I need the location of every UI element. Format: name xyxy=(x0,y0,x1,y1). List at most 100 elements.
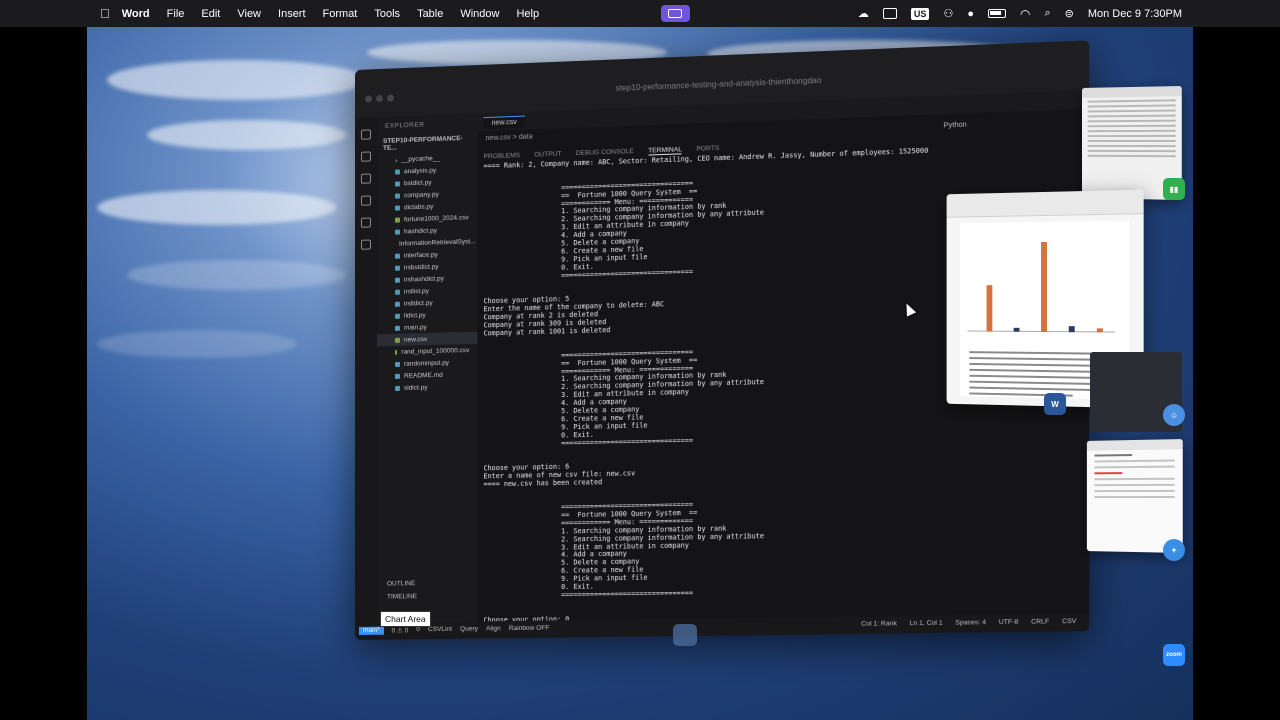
file-name: company.py xyxy=(404,190,439,199)
file-name: fortune1000_2024.csv xyxy=(404,213,469,223)
window-controls[interactable] xyxy=(364,94,394,103)
tab-problems[interactable]: PROBLEMS xyxy=(484,152,521,161)
file-item[interactable]: sldict.py xyxy=(377,380,477,395)
run-debug-icon[interactable] xyxy=(360,195,371,206)
file-icon xyxy=(394,301,400,307)
breadcrumb[interactable]: new.csv > data xyxy=(486,133,533,142)
file-icon xyxy=(394,325,400,331)
menu-clock[interactable]: Mon Dec 9 7:30PM xyxy=(1088,8,1182,20)
menu-format[interactable]: Format xyxy=(323,8,358,20)
file-name: irsbstdict.py xyxy=(404,262,439,272)
wifi-icon[interactable]: ◠ xyxy=(1020,7,1030,21)
file-name: irslldict.py xyxy=(404,299,433,308)
word-ribbon xyxy=(946,189,1144,218)
file-name: sldict.py xyxy=(404,383,428,392)
screen-share-icon[interactable] xyxy=(660,5,690,22)
search-icon[interactable] xyxy=(360,151,371,162)
rainbow-status[interactable]: Rainbow OFF xyxy=(509,625,550,634)
timeline-section[interactable]: TIMELINE xyxy=(377,589,477,603)
file-icon xyxy=(394,349,398,355)
chart-bar[interactable] xyxy=(1013,328,1020,332)
extensions-icon[interactable] xyxy=(360,217,371,228)
spotlight-search-icon[interactable]: ⌕ xyxy=(1044,7,1050,20)
menu-table[interactable]: Table xyxy=(417,8,443,20)
sidebar-bottom-sections: OUTLINE TIMELINE xyxy=(377,576,477,604)
zoom-app-icon[interactable]: zoom xyxy=(1163,644,1185,666)
menu-app-name[interactable]: Word xyxy=(122,8,150,20)
menu-insert[interactable]: Insert xyxy=(278,8,306,20)
keyboard-input-badge[interactable]: US xyxy=(910,7,930,20)
explorer-icon[interactable] xyxy=(360,129,371,140)
control-center-icon[interactable]: ⊜ xyxy=(1065,7,1074,20)
terminal-profile-python[interactable]: Python xyxy=(944,121,967,129)
vscode-app-icon[interactable] xyxy=(673,624,697,646)
chart-bar[interactable] xyxy=(1041,241,1047,333)
cursor-position[interactable]: Ln 1, Col 1 xyxy=(909,620,942,628)
query-status[interactable]: Query xyxy=(460,625,478,633)
menu-bar:  Word File Edit View Insert Format Tool… xyxy=(0,0,1280,27)
chart-bar[interactable] xyxy=(986,284,993,332)
menu-window[interactable]: Window xyxy=(460,8,499,20)
column-status[interactable]: Col 1: Rank xyxy=(861,620,897,628)
display-icon[interactable] xyxy=(882,8,897,19)
word-chart[interactable] xyxy=(967,231,1116,333)
file-icon xyxy=(394,168,400,175)
chart-bar[interactable] xyxy=(1068,326,1075,333)
chart-bar[interactable] xyxy=(1096,328,1103,333)
file-name: bstdict.py xyxy=(404,178,432,187)
menu-view[interactable]: View xyxy=(237,8,261,20)
tab-ports[interactable]: PORTS xyxy=(696,145,719,154)
file-name: rand_input_100000.csv xyxy=(401,346,470,356)
word-app-icon[interactable]: W xyxy=(1044,393,1066,415)
menu-file[interactable]: File xyxy=(167,8,185,20)
menu-help[interactable]: Help xyxy=(516,8,539,20)
git-branch[interactable]: main* xyxy=(358,626,384,635)
tab-new-csv[interactable]: new.csv xyxy=(483,115,525,130)
align-status[interactable]: Align xyxy=(486,625,501,633)
encoding-status[interactable]: UTF-8 xyxy=(999,619,1019,626)
file-name: new.csv xyxy=(404,335,428,344)
file-name: main.py xyxy=(404,323,427,332)
wallpaper-wave xyxy=(147,120,347,150)
tab-output[interactable]: OUTPUT xyxy=(534,151,561,160)
browser-window-thumbnail[interactable] xyxy=(1086,439,1183,553)
activity-bar xyxy=(355,117,377,640)
file-name: dictabs.py xyxy=(404,202,434,211)
source-control-icon[interactable] xyxy=(360,173,371,184)
chart-area-tooltip: Chart Area xyxy=(380,611,431,627)
file-icon xyxy=(394,385,400,391)
indentation-status[interactable]: Spaces: 4 xyxy=(955,619,986,627)
wallpaper-wave xyxy=(127,260,347,290)
line-ending-status[interactable]: CRLF xyxy=(1031,618,1049,625)
menu-edit[interactable]: Edit xyxy=(201,8,220,20)
ports-count[interactable]: 0 xyxy=(416,626,420,634)
user-icon[interactable]: ● xyxy=(967,8,974,20)
battery-icon[interactable] xyxy=(987,9,1006,18)
file-icon xyxy=(394,192,400,199)
safari-app-icon[interactable]: ✦ xyxy=(1163,539,1185,561)
cloud-icon[interactable]: ☁ xyxy=(858,7,869,20)
apple-icon[interactable]:  xyxy=(100,6,110,21)
problems-count[interactable]: 0 ⚠ 0 xyxy=(392,626,409,634)
csvlint-status[interactable]: CSVLint xyxy=(428,626,452,634)
folder-icon: › xyxy=(394,156,398,165)
wallpaper-wave xyxy=(97,330,297,358)
file-name: README.md xyxy=(404,371,443,380)
finder-app-icon[interactable]: ☺ xyxy=(1163,404,1185,426)
file-icon xyxy=(394,180,400,187)
file-name: irshashdict.py xyxy=(404,274,444,284)
file-name: InformationRetrievalSyst... xyxy=(398,237,476,248)
file-name: lldict.py xyxy=(404,311,426,320)
file-list: › __pycache__ analysis.py bstdict.py company… xyxy=(376,151,478,395)
file-name: hashdict.py xyxy=(404,226,438,235)
file-name: irsllist.py xyxy=(404,287,430,296)
testing-icon[interactable] xyxy=(360,239,371,250)
accessibility-icon[interactable]: ⚇ xyxy=(943,7,953,20)
numbers-app-icon[interactable]: ▮▮ xyxy=(1163,178,1185,200)
vscode-window-title[interactable]: step10-performance-testing-and-analysis-… xyxy=(616,76,822,93)
language-mode[interactable]: CSV xyxy=(1062,618,1076,625)
file-icon xyxy=(394,217,400,223)
file-icon xyxy=(394,361,400,367)
menu-tools[interactable]: Tools xyxy=(374,8,400,20)
tab-terminal[interactable]: TERMINAL xyxy=(648,146,682,156)
